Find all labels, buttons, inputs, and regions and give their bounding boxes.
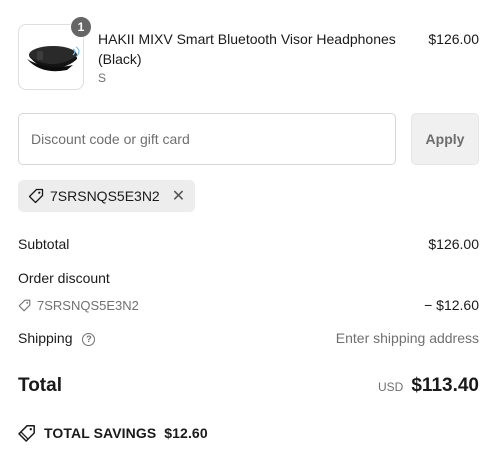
applied-code-text: 7SRSNQS5E3N2 (50, 188, 160, 204)
savings-tag-icon (18, 425, 35, 442)
order-summary: 1 HAKII MIXV Smart Bluetooth Visor Headp… (18, 0, 479, 442)
discount-code-row: 7SRSNQS5E3N2 − $12.60 (18, 297, 479, 313)
subtotal-value: $126.00 (428, 236, 479, 252)
shipping-value: Enter shipping address (335, 330, 479, 346)
discount-form: Apply (18, 113, 479, 165)
shipping-label: Shipping (18, 330, 73, 346)
remove-discount-icon[interactable]: ✕ (172, 186, 185, 206)
apply-button[interactable]: Apply (411, 113, 479, 165)
help-icon[interactable]: ? (82, 332, 96, 346)
order-discount-label: Order discount (18, 270, 110, 286)
product-variant: S (98, 71, 107, 85)
quantity-badge: 1 (70, 16, 92, 38)
product-name: HAKII MIXV Smart Bluetooth Visor Headpho… (98, 31, 396, 67)
subtotal-label: Subtotal (18, 236, 70, 252)
total-amount: $113.40 (411, 375, 479, 396)
savings-value: $12.60 (164, 425, 208, 441)
tag-icon (28, 188, 44, 204)
discount-code-input[interactable] (18, 113, 396, 165)
applied-discount-chip: 7SRSNQS5E3N2 ✕ (18, 180, 196, 212)
product-thumbnail: 1 (18, 16, 92, 90)
order-discount-row: Order discount (18, 270, 479, 286)
total-label: Total (18, 375, 62, 396)
product-price: $126.00 (428, 31, 479, 47)
discount-amount: − $12.60 (424, 297, 479, 313)
currency-code: USD (378, 380, 404, 394)
total-savings: TOTAL SAVINGS $12.60 (18, 424, 208, 442)
discount-code-label: 7SRSNQS5E3N2 (37, 297, 139, 313)
subtotal-row: Subtotal $126.00 (18, 236, 479, 252)
total-row: Total USD $113.40 (18, 375, 479, 397)
shipping-row: Shipping ? Enter shipping address (18, 330, 479, 346)
savings-label: TOTAL SAVINGS (44, 425, 157, 441)
visor-headphones-image (27, 46, 80, 72)
line-item: 1 HAKII MIXV Smart Bluetooth Visor Headp… (18, 0, 479, 100)
tag-icon (18, 299, 31, 311)
